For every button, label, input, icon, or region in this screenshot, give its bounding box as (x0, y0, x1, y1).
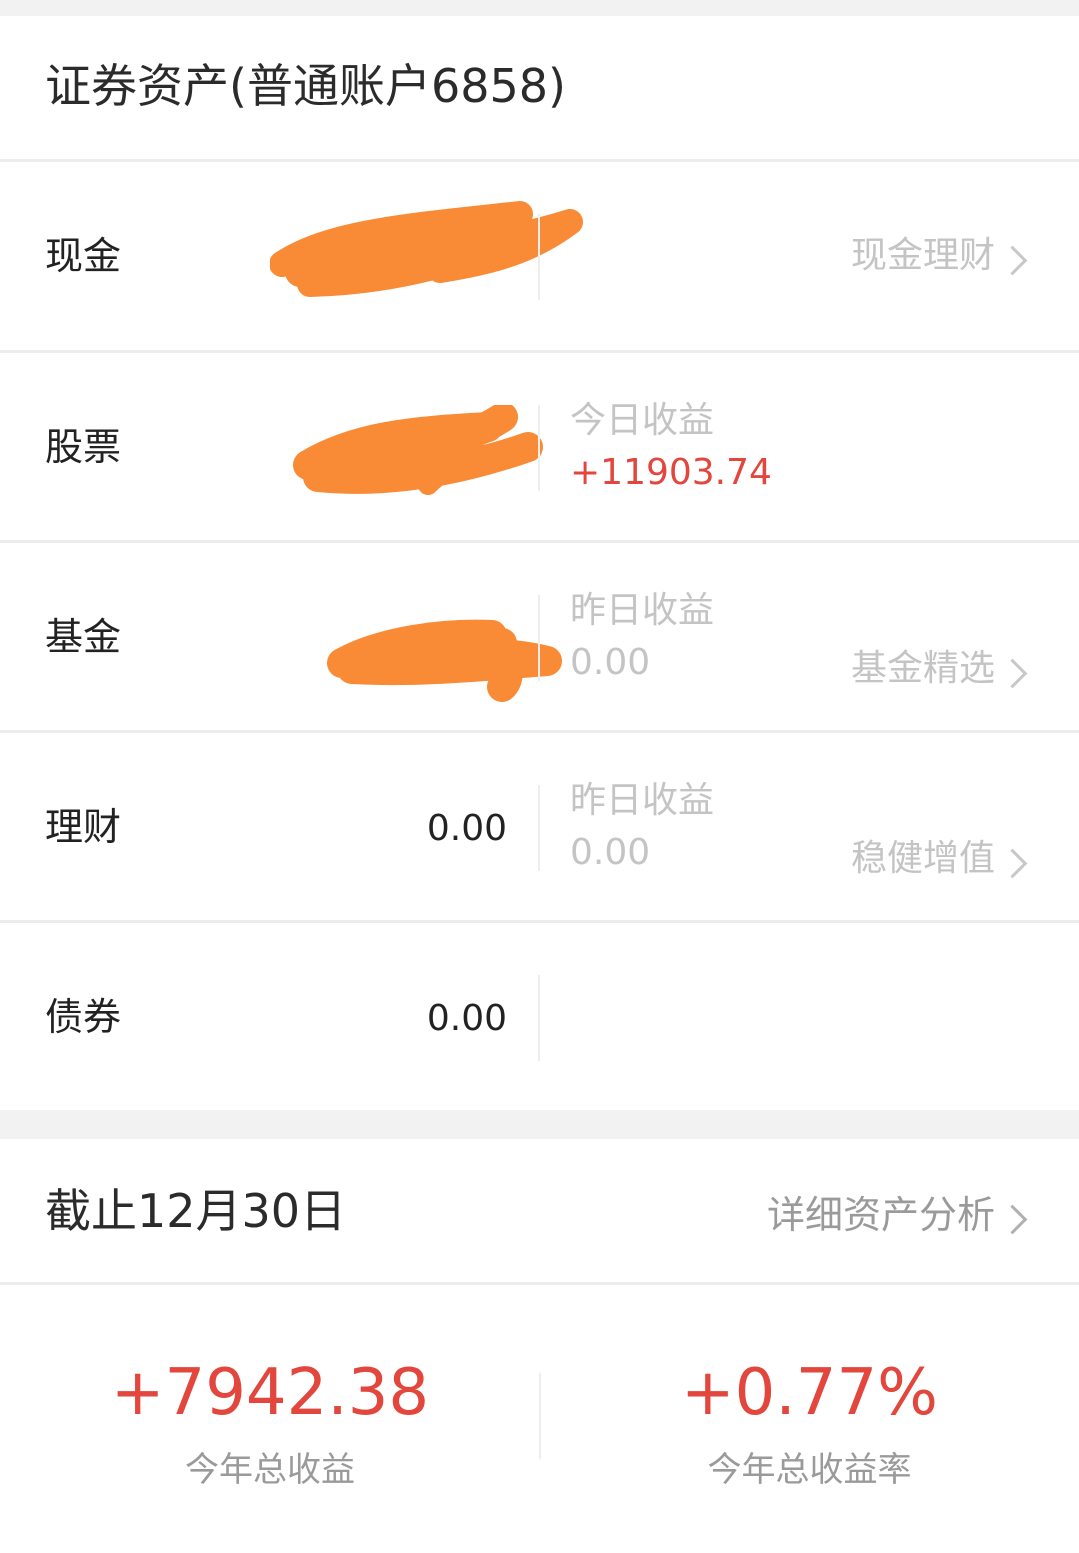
row-value-bond: 0.00 (426, 998, 507, 1039)
today-profit-label: 今日收益 (570, 400, 715, 441)
yesterday-profit-value: 0.00 (570, 832, 651, 873)
asset-card: 证券资产(普通账户6858) 现金 现金理财 股票 今日收益 +11903.74… (0, 16, 1079, 1110)
row-label-fund: 基金 (45, 615, 122, 659)
row-value-wealth: 0.00 (426, 808, 507, 849)
row-label-bond: 债券 (45, 995, 122, 1039)
row-label-wealth: 理财 (45, 805, 122, 849)
page-title: 证券资产(普通账户6858) (45, 59, 566, 113)
row-divider (538, 975, 540, 1061)
chevron-right-icon (997, 848, 1028, 879)
redaction-scribble (327, 619, 562, 702)
chevron-right-icon (997, 245, 1028, 276)
yesterday-profit-label: 昨日收益 (570, 590, 715, 631)
row-wealth[interactable]: 理财 0.00 昨日收益 0.00 稳健增值 (0, 733, 1079, 923)
row-bond[interactable]: 债券 0.00 (0, 923, 1079, 1113)
total-profit-label: 今年总收益 (185, 1450, 355, 1490)
row-label-stock: 股票 (45, 425, 122, 469)
steady-growth-link[interactable]: 稳健增值 (851, 837, 995, 880)
yesterday-profit-value: 0.00 (570, 642, 651, 683)
row-fund[interactable]: 基金 昨日收益 0.00 基金精选 (0, 543, 1079, 733)
row-divider (538, 214, 540, 300)
divider (0, 1282, 1079, 1285)
total-profit-value: +7942.38 (110, 1356, 430, 1430)
chevron-right-icon (997, 658, 1028, 689)
cash-finance-link[interactable]: 现金理财 (851, 234, 995, 277)
today-profit-value: +11903.74 (570, 452, 772, 493)
total-rate-value: +0.77% (681, 1356, 938, 1430)
row-cash[interactable]: 现金 现金理财 (0, 162, 1079, 352)
row-divider (538, 595, 540, 681)
chevron-right-icon (997, 1204, 1028, 1235)
fund-select-link[interactable]: 基金精选 (851, 647, 995, 690)
row-label-cash: 现金 (45, 234, 122, 278)
asset-analysis-link[interactable]: 详细资产分析 (767, 1193, 995, 1239)
summary-card: 截止12月30日 详细资产分析 +7942.38 今年总收益 +0.77% 今年… (0, 1139, 1079, 1553)
yesterday-profit-label: 昨日收益 (570, 780, 715, 821)
row-stock[interactable]: 股票 今日收益 +11903.74 (0, 353, 1079, 543)
row-divider (538, 785, 540, 871)
redaction-scribble (270, 201, 583, 297)
summary-date: 截止12月30日 (45, 1184, 347, 1238)
total-rate-label: 今年总收益率 (707, 1450, 912, 1490)
redaction-scribble (293, 405, 543, 495)
row-divider (538, 405, 540, 491)
